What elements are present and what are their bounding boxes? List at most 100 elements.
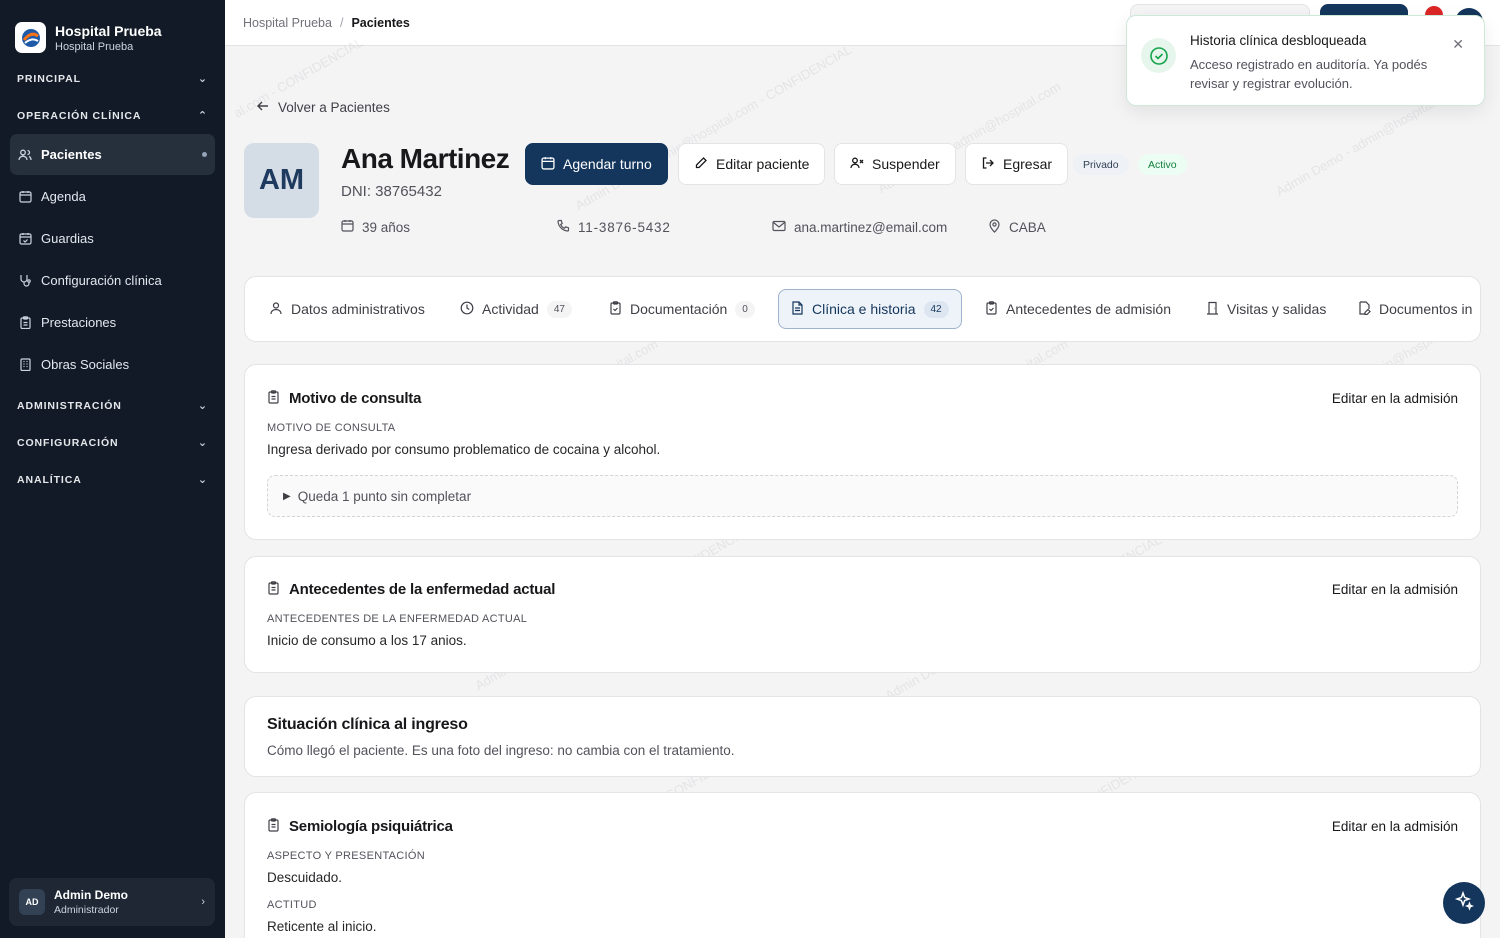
back-link-label: Volver a Pacientes — [278, 100, 390, 115]
nav-section-label: OPERACIÓN CLÍNICA — [17, 109, 142, 122]
chevron-down-icon: ⌄ — [197, 437, 208, 449]
calendar-icon — [18, 190, 32, 204]
status-badge: Activo — [1138, 154, 1187, 175]
tab-visitas-y-salidas[interactable]: Visitas y salidas — [1194, 289, 1338, 329]
pending-items-toggle[interactable]: ▶ Queda 1 punto sin completar — [267, 475, 1458, 517]
card-title: Motivo de consulta — [267, 390, 421, 407]
calendar-check-icon — [18, 232, 32, 246]
chevron-down-icon: ⌄ — [197, 474, 208, 486]
patient-dni: DNI: 38765432 — [341, 183, 442, 200]
back-link[interactable]: Volver a Pacientes — [256, 99, 390, 116]
tab-count: 42 — [923, 300, 949, 318]
sidebar-item-agenda[interactable]: Agenda — [10, 176, 215, 217]
user-role: Administrador — [54, 904, 119, 916]
tab-label: Actividad — [482, 301, 539, 317]
card-semiologia-psiquiatrica: Semiología psiquiátrica Editar en la adm… — [244, 792, 1481, 938]
breadcrumb: Hospital Prueba / Pacientes — [243, 16, 410, 30]
card-title: Situación clínica al ingreso — [267, 716, 468, 733]
patient-location: CABA — [988, 219, 1046, 236]
clipboard-icon — [267, 581, 280, 598]
sidebar-item-prestaciones[interactable]: Prestaciones — [10, 302, 215, 343]
button-label: Editar paciente — [716, 156, 810, 172]
clipboard-icon — [267, 390, 280, 407]
sidebar-item-obras-sociales[interactable]: Obras Sociales — [10, 344, 215, 385]
edit-admission-link[interactable]: Editar en la admisión — [1332, 582, 1458, 597]
file-edit-icon — [1358, 300, 1371, 318]
patient-age: 39 años — [341, 219, 410, 235]
patient-email-value: ana.martinez@email.com — [794, 220, 948, 235]
edit-admission-link[interactable]: Editar en la admisión — [1332, 819, 1458, 834]
edit-patient-button[interactable]: Editar paciente — [678, 143, 826, 185]
watermark: Admin Demo - admin@hospital — [1273, 95, 1437, 200]
patient-age-value: 39 años — [362, 219, 411, 235]
toast-message: Acceso registrado en auditoría. Ya podés… — [1190, 57, 1428, 91]
sidebar-item-configuracion-clinica[interactable]: Configuración clínica — [10, 260, 215, 301]
tab-datos-administrativos[interactable]: Datos administrativos — [257, 289, 437, 329]
nav-section-principal[interactable]: PRINCIPAL ⌄ — [0, 60, 225, 97]
tab-antecedentes-de-admision[interactable]: Antecedentes de admisión — [973, 289, 1183, 329]
sidebar-item-guardias[interactable]: Guardias — [10, 218, 215, 259]
brand-subtitle: Hospital Prueba — [55, 40, 134, 53]
nav-section-administracion[interactable]: ADMINISTRACIÓN ⌄ — [0, 387, 225, 424]
calendar-icon — [341, 219, 354, 235]
tab-documentos[interactable]: Documentos in — [1346, 289, 1480, 329]
main-content: al.com - CONFIDENCIAL Admin Demo - admin… — [225, 0, 1500, 938]
breadcrumb-current: Pacientes — [351, 15, 410, 30]
card-motivo-de-consulta: Motivo de consulta Editar en la admisión… — [244, 364, 1481, 540]
card-title-text: Semiología psiquiátrica — [289, 818, 453, 835]
nav-section-label: CONFIGURACIÓN — [17, 436, 119, 449]
tab-documentacion[interactable]: Documentación 0 — [597, 289, 767, 329]
clipboard-check-icon — [985, 300, 998, 318]
breadcrumb-root[interactable]: Hospital Prueba — [243, 16, 332, 30]
hospital-logo-icon — [15, 22, 46, 53]
building-icon — [18, 358, 32, 372]
patient-phone-value: 11-3876-5432 — [578, 220, 671, 235]
suspend-button[interactable]: Suspender — [834, 143, 956, 185]
nav-section-label: ANALÍTICA — [17, 473, 82, 486]
file-text-icon — [791, 300, 804, 318]
calendar-icon — [541, 156, 555, 173]
patient-email: ana.martinez@email.com — [772, 219, 947, 236]
tab-clinica-e-historia[interactable]: Clínica e historia 42 — [778, 289, 962, 329]
toast-title: Historia clínica desbloqueada — [1190, 33, 1367, 48]
card-antecedentes: Antecedentes de la enfermedad actual Edi… — [244, 556, 1481, 673]
discharge-button[interactable]: Egresar — [965, 143, 1069, 185]
clipboard-check-icon — [609, 300, 622, 318]
sparkles-icon — [1454, 890, 1475, 916]
field-label: ASPECTO Y PRESENTACIÓN — [267, 850, 425, 862]
tab-actividad[interactable]: Actividad 47 — [448, 289, 584, 329]
nav-section-configuracion[interactable]: CONFIGURACIÓN ⌄ — [0, 424, 225, 461]
sidebar-item-pacientes[interactable]: Pacientes — [10, 134, 215, 175]
phone-icon — [556, 219, 570, 236]
card-title: Antecedentes de la enfermedad actual — [267, 581, 555, 598]
button-label: Agendar turno — [563, 156, 652, 172]
sidebar-item-label: Configuración clínica — [41, 273, 162, 288]
schedule-appointment-button[interactable]: Agendar turno — [525, 143, 668, 185]
button-label: Suspender — [872, 156, 940, 172]
user-menu[interactable]: AD Admin Demo Administrador › — [9, 878, 215, 926]
ai-assistant-button[interactable] — [1443, 882, 1485, 924]
pencil-icon — [694, 156, 708, 173]
user-x-icon — [850, 156, 864, 173]
nav-section-analitica[interactable]: ANALÍTICA ⌄ — [0, 461, 225, 498]
edit-admission-link[interactable]: Editar en la admisión — [1332, 391, 1458, 406]
stethoscope-icon — [18, 274, 32, 288]
tab-label: Visitas y salidas — [1227, 301, 1327, 317]
clipboard-icon — [18, 316, 32, 330]
tab-label: Documentación — [630, 301, 728, 317]
card-title-text: Antecedentes de la enfermedad actual — [289, 581, 556, 598]
users-icon — [18, 148, 32, 162]
nav-section-operacion-clinica[interactable]: OPERACIÓN CLÍNICA ⌃ — [0, 97, 225, 134]
log-out-icon — [981, 156, 995, 173]
clipboard-icon — [267, 818, 280, 835]
brand[interactable]: Hospital Prueba Hospital Prueba — [0, 0, 225, 60]
close-icon[interactable]: ✕ — [1452, 36, 1464, 53]
sidebar-item-label: Agenda — [41, 189, 86, 204]
watermark: Admin Demo - admin@hospital.com - CONFID… — [572, 41, 855, 214]
clock-icon — [460, 301, 474, 318]
card-situacion-clinica: Situación clínica al ingreso Cómo llegó … — [244, 696, 1481, 777]
tab-label: Clínica e historia — [812, 301, 916, 317]
coverage-badge: Privado — [1073, 154, 1129, 175]
arrow-left-icon — [256, 99, 270, 116]
toast-notification: Historia clínica desbloqueada Acceso reg… — [1126, 15, 1485, 106]
